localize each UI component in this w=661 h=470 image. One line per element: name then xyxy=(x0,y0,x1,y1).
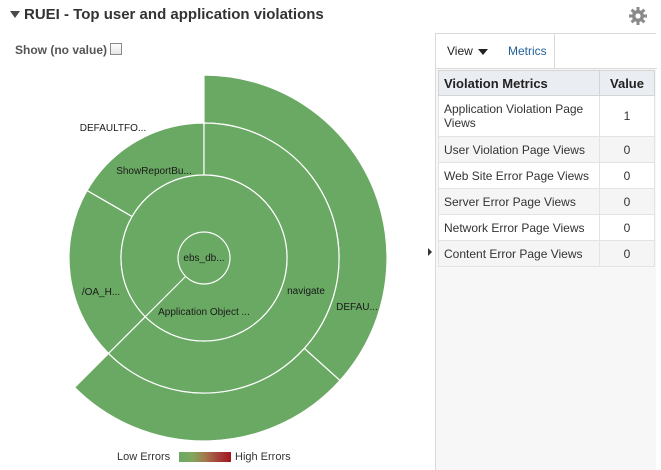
sunburst-label-oa-h[interactable]: /OA_H... xyxy=(82,287,120,298)
panel-splitter[interactable] xyxy=(426,240,434,264)
metric-name: Network Error Page Views xyxy=(438,214,600,241)
metrics-panel: View Metrics Violation Metrics Value App… xyxy=(435,33,657,470)
table-row[interactable]: Network Error Page Views 0 xyxy=(438,214,655,241)
legend-high-label: High Errors xyxy=(235,451,291,463)
metric-value: 0 xyxy=(599,240,655,267)
sunburst-chart: ebs_db... Application Object ... navigat… xyxy=(68,74,388,442)
panel-title: RUEI - Top user and application violatio… xyxy=(24,6,324,23)
tab-metrics[interactable]: Metrics xyxy=(500,34,555,68)
panel-tabs: View Metrics xyxy=(436,34,657,69)
legend-color-scale xyxy=(179,452,231,462)
show-no-value-label: Show (no value) xyxy=(15,43,108,57)
view-menu-label: View xyxy=(447,44,473,58)
collapse-arrow-icon[interactable] xyxy=(10,11,20,18)
metric-name: Application Violation Page Views xyxy=(438,95,600,137)
metric-value: 0 xyxy=(599,136,655,163)
table-row[interactable]: Server Error Page Views 0 xyxy=(438,188,655,215)
sunburst-label-navigate[interactable]: navigate xyxy=(287,286,325,297)
metric-value: 0 xyxy=(599,214,655,241)
tab-metrics-label: Metrics xyxy=(508,44,547,58)
legend-low-label: Low Errors xyxy=(117,451,171,463)
sunburst-label-app-object[interactable]: Application Object ... xyxy=(158,307,250,318)
table-row[interactable]: Application Violation Page Views 1 xyxy=(438,95,655,137)
metric-name: Content Error Page Views xyxy=(438,240,600,267)
show-no-value-checkbox[interactable] xyxy=(110,43,122,55)
sunburst-label-defaultfo[interactable]: DEFAULTFO... xyxy=(80,123,147,134)
sunburst-label-defau[interactable]: DEFAU... xyxy=(336,302,378,313)
column-header-metric[interactable]: Violation Metrics xyxy=(438,70,600,96)
metric-value: 0 xyxy=(599,162,655,189)
metric-name: User Violation Page Views xyxy=(438,136,600,163)
table-row[interactable]: Web Site Error Page Views 0 xyxy=(438,162,655,189)
collapse-right-arrow-icon[interactable] xyxy=(428,248,432,256)
metric-name: Web Site Error Page Views xyxy=(438,162,600,189)
column-header-value[interactable]: Value xyxy=(599,70,655,96)
view-menu[interactable]: View xyxy=(436,34,501,68)
sunburst-label-showreport[interactable]: ShowReportBu... xyxy=(116,166,192,177)
metric-value: 1 xyxy=(599,95,655,137)
table-row[interactable]: User Violation Page Views 0 xyxy=(438,136,655,163)
panel-header: RUEI - Top user and application violatio… xyxy=(0,0,661,32)
sunburst-label-center[interactable]: ebs_db... xyxy=(183,253,224,264)
table-row[interactable]: Content Error Page Views 0 xyxy=(438,240,655,267)
gear-icon[interactable] xyxy=(628,6,648,26)
violation-metrics-table: Violation Metrics Value Application Viol… xyxy=(438,70,655,267)
metric-name: Server Error Page Views xyxy=(438,188,600,215)
metric-value: 0 xyxy=(599,188,655,215)
chevron-down-icon xyxy=(478,49,488,55)
